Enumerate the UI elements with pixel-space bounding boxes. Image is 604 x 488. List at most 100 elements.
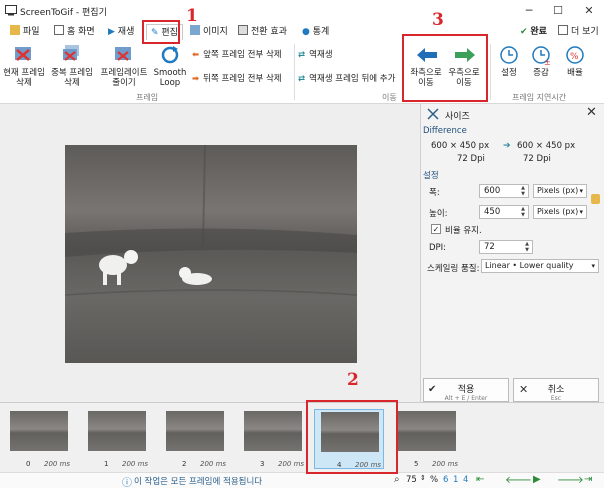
frame-thumbnail[interactable]: 5 200 ms [392,409,462,469]
yoyo-icon: ⇄ [298,74,306,84]
height-label: 높이: [429,209,448,219]
frame-thumbnail-image [88,411,146,451]
frame-thumbnail-image [398,411,456,451]
frame-thumbnail[interactable]: 3 200 ms [238,409,308,469]
delete-current-frame-button[interactable]: 현재 프레임 삭제 [2,44,46,88]
frame-preview-image[interactable] [65,145,357,363]
width-spinner[interactable]: ▲ ▼ [519,185,527,197]
next-frame-icon[interactable]: 🡒 [557,474,584,486]
play-frame-icon[interactable]: ▶ [533,474,541,485]
home-icon [54,25,64,35]
to-dpi: 72 Dpi [523,154,551,164]
status-bar: ⓘ 이 작업은 모든 프레임에 적용됩니다 ⌕ 75 ⇕ % 6 1 4 ⇤ 🡐… [0,472,604,488]
svg-text:±: ± [544,58,551,66]
height-unit-select[interactable]: Pixels (px) ▾ [533,205,587,219]
check-icon: ✔ [520,27,531,37]
window-title: ScreenToGif - 편집기 [20,8,107,18]
yoyo-button[interactable]: ⇄ 역재생 프레임 뒤에 추가 [298,72,406,84]
selected-count: 1 [453,475,459,485]
delete-previous-frames-button[interactable]: ⬅ 앞쪽 프레임 전부 삭제 [192,48,282,60]
tab-file[interactable]: 파일 [10,24,40,40]
reduce-framerate-icon [113,44,135,66]
delete-next-frames-button[interactable]: ➡ 뒤쪽 프레임 전부 삭제 [192,72,282,84]
annotation-box-edit-tab [142,20,180,44]
image-icon [190,25,200,35]
width-unit-select[interactable]: Pixels (px) ▾ [533,184,587,198]
dpi-spinner[interactable]: ▲ ▼ [523,241,531,253]
ribbon: 현재 프레임 삭제 중복 프레임 삭제 프레임레이트 줄이기 Smooth Lo… [0,42,604,104]
svg-text:%: % [570,52,579,62]
ribbon-separator [294,44,295,100]
frame-thumbnail[interactable]: 1 200 ms [82,409,152,469]
status-message: 이 작업은 모든 프레임에 적용됩니다 [134,477,263,487]
delay-set-button[interactable]: 설정 [492,44,526,78]
arrow-right-icon: ➡ [192,74,200,84]
zoom-spinner[interactable]: ⇕ [420,474,426,482]
frame-timeline: 0 200 ms 1 200 ms 2 200 ms 3 200 ms 4 20… [0,402,604,472]
clock-percent-icon: % [564,44,586,66]
chevron-down-icon: ▾ [579,208,583,216]
resize-icon [427,108,439,120]
zoom-percent: % [430,475,439,485]
file-icon [10,25,20,35]
panel-close-icon[interactable]: ✕ [586,105,597,120]
chevron-down-icon: ▾ [591,262,595,270]
tab-statistics[interactable]: ● 통계 [302,24,329,40]
ribbon-separator [490,44,491,100]
tab-home[interactable]: 홈 화면 [54,24,95,40]
cancel-button[interactable]: ✕ 취소 Esc [513,378,599,402]
reduce-framerate-button[interactable]: 프레임레이트 줄이기 [96,44,152,88]
transition-icon [238,25,248,35]
tab-transitions[interactable]: 전환 효과 [238,24,287,40]
app-icon [5,5,17,16]
delay-increase-button[interactable]: ± 증감 [524,44,558,78]
tab-playback[interactable]: ▶ 재생 [108,24,134,40]
minimize-button[interactable]: ─ [516,3,542,19]
maximize-button[interactable]: ☐ [545,3,571,19]
first-frame-icon[interactable]: ⇤ [476,474,484,485]
delete-duplicates-button[interactable]: 중복 프레임 삭제 [48,44,96,88]
panel-title: 사이즈 [445,112,470,122]
reverse-icon: ⇄ [298,50,306,60]
resize-panel: 사이즈 ✕ Difference 600 × 450 px 72 Dpi ➔ 6… [420,104,604,402]
loop-icon [159,44,181,66]
close-button[interactable]: ✕ [576,3,602,19]
keep-ratio-checkbox[interactable]: ✓ [431,224,441,234]
delay-scale-button[interactable]: % 배율 [558,44,592,78]
more-button[interactable]: 더 보기 [558,24,599,40]
from-size: 600 × 450 px [431,141,490,151]
title-bar: ScreenToGif - 편집기 ─ ☐ ✕ [0,0,604,22]
tab-bar: 파일 홈 화면 ▶ 재생 ✎ 편집 이미지 전환 효과 ● 통계 ✔ 완료 더 … [0,22,604,42]
clock-plus-icon: ± [530,44,552,67]
lock-icon[interactable] [591,194,600,204]
info-icon: ● [302,27,313,37]
frame-thumbnail[interactable]: 2 200 ms [160,409,230,469]
play-icon: ▶ [108,27,118,37]
annotation-number-2: 2 [347,370,359,390]
delete-duplicates-icon [61,44,83,66]
smooth-loop-button[interactable]: Smooth Loop [152,44,188,88]
done-button[interactable]: ✔ 완료 [520,24,547,40]
width-label: 폭: [429,188,440,198]
settings-label: 설정 [423,171,439,181]
tab-image[interactable]: 이미지 [190,24,228,40]
chevron-down-icon: ▾ [579,187,583,195]
dpi-label: DPI: [429,243,447,253]
arrow-right-icon: ➔ [503,141,511,151]
to-size: 600 × 450 px [517,141,576,151]
apply-button[interactable]: ✔ 적용 Alt + E / Enter [423,378,509,402]
annotation-box-move-buttons [402,34,488,102]
from-dpi: 72 Dpi [457,154,485,164]
info-icon: ⓘ [122,478,132,488]
delete-frame-icon [13,44,35,66]
height-spinner[interactable]: ▲ ▼ [519,206,527,218]
reverse-button[interactable]: ⇄ 역재생 [298,48,333,60]
last-frame-icon[interactable]: ⇥ [584,474,592,485]
scaling-quality-select[interactable]: Linear • Lower quality ▾ [481,259,599,273]
previous-frame-icon[interactable]: 🡐 [505,474,532,486]
more-icon [558,25,568,35]
frame-thumbnail[interactable]: 0 200 ms [4,409,74,469]
move-group-label: 이동 [382,93,397,102]
zoom-value[interactable]: 75 [406,475,417,485]
arrow-left-icon: ⬅ [192,50,200,60]
